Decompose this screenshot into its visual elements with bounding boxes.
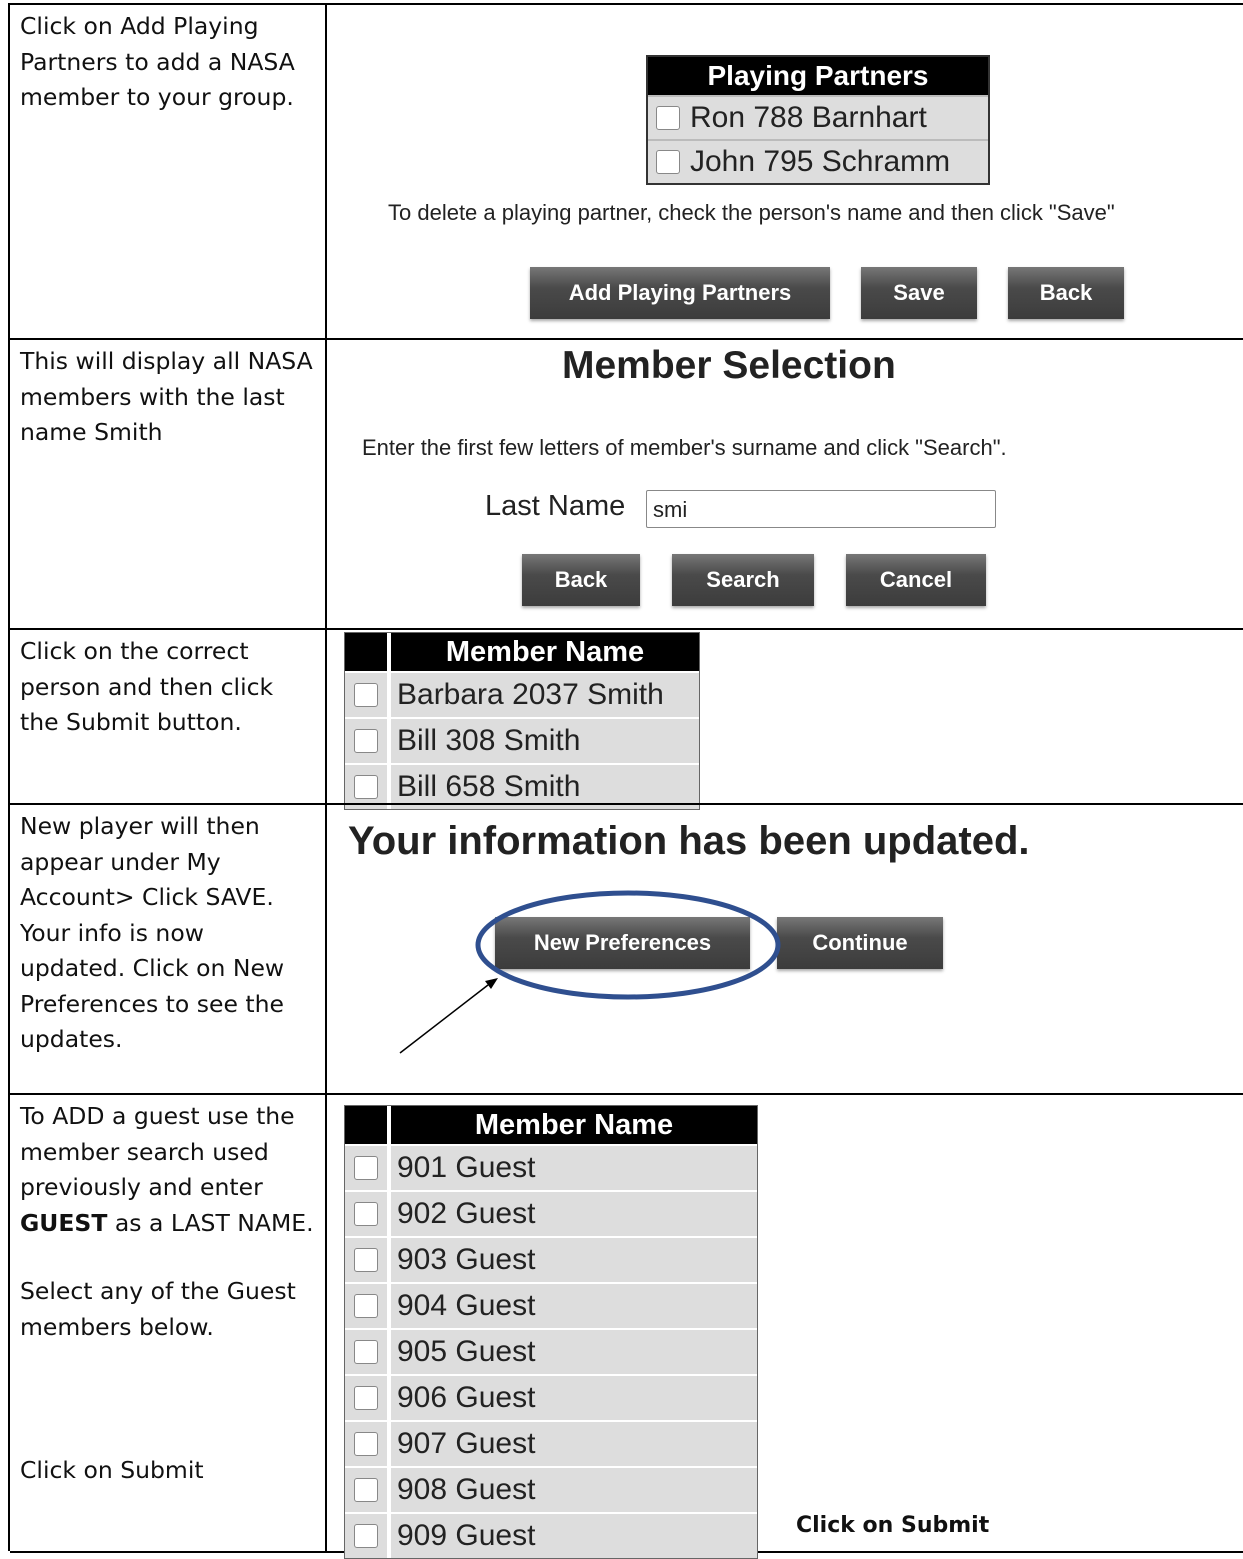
guest-name: 905 Guest	[391, 1330, 757, 1374]
guest-checkbox[interactable]	[354, 1386, 378, 1410]
table-row[interactable]: 907 Guest	[345, 1420, 757, 1466]
updated-panel: Your information has been updated. New P…	[328, 805, 1243, 1095]
guest-name: 908 Guest	[391, 1468, 757, 1512]
guest-results-table: Member Name 901 Guest 902 Guest 903 Gues…	[344, 1105, 758, 1559]
instruction-text: This will display all NASA members with …	[20, 347, 313, 446]
partner-row[interactable]: Ron 788 Barnhart	[648, 95, 988, 139]
instruction-text-select: Select any of the Guest members below.	[20, 1277, 296, 1341]
guest-checkbox[interactable]	[354, 1432, 378, 1456]
playing-partners-table: Playing Partners Ron 788 Barnhart John 7…	[646, 55, 990, 185]
table-row[interactable]: 905 Guest	[345, 1328, 757, 1374]
member-checkbox[interactable]	[354, 683, 378, 707]
member-name-header: Member Name	[391, 1106, 757, 1144]
instruction-text: New player will then appear under My Acc…	[20, 812, 285, 1053]
playing-partners-panel: Playing Partners Ron 788 Barnhart John 7…	[328, 5, 1243, 340]
back-button[interactable]: Back	[522, 554, 640, 606]
member-selection-panel: Member Selection Enter the first few let…	[328, 340, 1243, 630]
guest-name: 907 Guest	[391, 1422, 757, 1466]
guest-name: 903 Guest	[391, 1238, 757, 1282]
guest-checkbox[interactable]	[354, 1202, 378, 1226]
partner-row[interactable]: John 795 Schramm	[648, 139, 988, 183]
highlight-ellipse	[475, 890, 781, 1000]
playing-partners-title: Playing Partners	[648, 57, 988, 95]
table-header: Member Name	[345, 633, 699, 671]
row-smith-results: Click on the correct person and then cli…	[10, 628, 1243, 810]
guest-name: 902 Guest	[391, 1192, 757, 1236]
instruction-table: Click on Add Playing Partners to add a N…	[8, 3, 1243, 1559]
search-button[interactable]: Search	[672, 554, 814, 606]
partner-name: Ron 788 Barnhart	[690, 101, 927, 134]
member-name: Barbara 2037 Smith	[391, 673, 699, 717]
table-row[interactable]: 903 Guest	[345, 1236, 757, 1282]
guest-checkbox[interactable]	[354, 1478, 378, 1502]
table-row[interactable]: Barbara 2037 Smith	[345, 671, 699, 717]
partner-checkbox[interactable]	[656, 106, 680, 130]
add-playing-partners-button[interactable]: Add Playing Partners	[530, 267, 830, 319]
row-guest: To ADD a guest use the member search use…	[10, 1093, 1243, 1559]
guest-name: 909 Guest	[391, 1514, 757, 1558]
member-checkbox[interactable]	[354, 775, 378, 799]
instruction-text: Click on the correct person and then cli…	[20, 637, 274, 736]
table-row[interactable]: 902 Guest	[345, 1190, 757, 1236]
table-row[interactable]: Bill 308 Smith	[345, 717, 699, 763]
partner-name: John 795 Schramm	[690, 145, 951, 178]
submit-note: Click on Submit	[796, 1513, 990, 1538]
highlight-annotation	[399, 890, 781, 1054]
guest-checkbox[interactable]	[354, 1248, 378, 1272]
table-row[interactable]: 904 Guest	[345, 1282, 757, 1328]
table-row[interactable]: 909 Guest	[345, 1512, 757, 1558]
arrow-head-icon	[485, 978, 498, 989]
cancel-button[interactable]: Cancel	[846, 554, 986, 606]
table-header: Member Name	[345, 1106, 757, 1144]
instruction-text: Click on Add Playing Partners to add a N…	[20, 12, 295, 111]
updated-message: Your information has been updated.	[348, 819, 1030, 863]
guest-checkbox[interactable]	[354, 1524, 378, 1548]
instruction-text-guest: To ADD a guest use the member search use…	[20, 1102, 314, 1237]
table-row[interactable]: 906 Guest	[345, 1374, 757, 1420]
row-add-partners: Click on Add Playing Partners to add a N…	[10, 3, 1243, 340]
member-name: Bill 308 Smith	[391, 719, 699, 763]
member-checkbox[interactable]	[354, 729, 378, 753]
instruction-text-submit: Click on Submit	[20, 1456, 204, 1484]
member-selection-title: Member Selection	[562, 344, 896, 387]
partner-checkbox[interactable]	[656, 150, 680, 174]
row-member-selection: This will display all NASA members with …	[10, 338, 1243, 630]
guest-name: 906 Guest	[391, 1376, 757, 1420]
guest-checkbox[interactable]	[354, 1340, 378, 1364]
guest-name: 901 Guest	[391, 1146, 757, 1190]
guest-name: 904 Guest	[391, 1284, 757, 1328]
save-button[interactable]: Save	[861, 267, 977, 319]
search-hint: Enter the first few letters of member's …	[362, 435, 1007, 460]
row-updated: New player will then appear under My Acc…	[10, 803, 1243, 1095]
last-name-input[interactable]: smi	[646, 490, 996, 528]
last-name-label: Last Name	[485, 490, 626, 522]
arrow-line	[399, 984, 489, 1054]
table-row[interactable]: 908 Guest	[345, 1466, 757, 1512]
delete-hint: To delete a playing partner, check the p…	[388, 200, 1115, 225]
back-button[interactable]: Back	[1008, 267, 1124, 319]
member-results-table: Member Name Barbara 2037 Smith Bill 308 …	[344, 632, 700, 810]
member-name-header: Member Name	[391, 633, 699, 671]
guest-checkbox[interactable]	[354, 1294, 378, 1318]
table-row[interactable]: 901 Guest	[345, 1144, 757, 1190]
guest-checkbox[interactable]	[354, 1156, 378, 1180]
